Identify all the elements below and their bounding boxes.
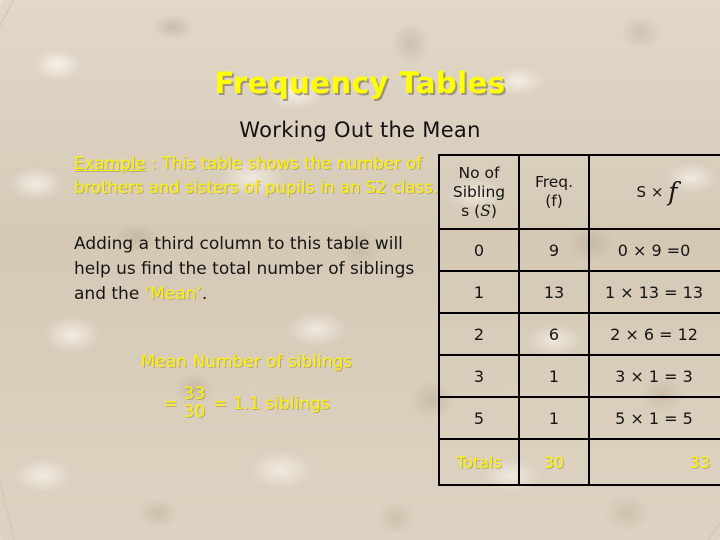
cell-product: 1 × 13 = 13: [588, 270, 720, 314]
header-col1-variable: S: [480, 201, 491, 220]
header-col2-line2: (f): [545, 192, 563, 210]
cell-frequency: 9: [518, 228, 590, 272]
cell-siblings: 5: [438, 396, 520, 440]
table-row: 090 × 9 =0: [438, 228, 720, 272]
totals-frequency: 30: [518, 438, 590, 486]
cell-product: 3 × 1 = 3: [588, 354, 720, 398]
header-col3-f: f: [668, 176, 678, 206]
example-label: Example: [74, 154, 146, 173]
example-paragraph: Example : This table shows the number of…: [74, 152, 442, 199]
explanation-paragraph: Adding a third column to this table will…: [74, 232, 442, 307]
table-header: No of Sibling s (S) Freq. (f) S × f: [438, 154, 720, 230]
mean-calculation: Mean Number of siblings = 33 30 = 1.1 si…: [74, 352, 419, 421]
header-col1-line4: ): [490, 201, 497, 220]
example-separator: :: [145, 154, 162, 173]
mean-equals-sign: =: [163, 393, 178, 414]
table-row: 262 × 6 = 12: [438, 312, 720, 356]
cell-product: 2 × 6 = 12: [588, 312, 720, 356]
cell-siblings: 3: [438, 354, 520, 398]
cell-frequency: 1: [518, 396, 590, 440]
mean-result: = 1.1 siblings: [213, 393, 330, 414]
cell-frequency: 6: [518, 312, 590, 356]
cell-product: 0 × 9 =0: [588, 228, 720, 272]
header-no-of-siblings: No of Sibling s (S): [438, 154, 520, 230]
explanation-part1: Adding a third column to this table will…: [74, 234, 415, 304]
table-body: 090 × 9 =0 1 13 1 × 13 = 13 2 6 2 × 6 = 12 3 1 3 …: [438, 228, 720, 486]
totals-product: 33: [588, 438, 720, 486]
page-title: Frequency Tables: [214, 66, 506, 100]
table-row: 1 13 1 × 13 = 13: [438, 270, 720, 314]
cell-frequency: 13: [518, 270, 590, 314]
table-totals-row: Totals 30 33: [438, 438, 720, 486]
cell-frequency: 1: [518, 354, 590, 398]
header-col1-line2: Sibling: [452, 182, 506, 201]
header-col1-line1: No of: [458, 163, 500, 182]
table-row: 515 × 1 = 5: [438, 396, 720, 440]
explanation-mean-highlight: ‘Mean’: [144, 284, 202, 304]
table-header-row: No of Sibling s (S) Freq. (f) S × f: [438, 154, 720, 230]
explanation-part2: .: [201, 284, 208, 304]
totals-label: Totals: [438, 438, 520, 486]
mean-fraction: 33 30: [183, 385, 206, 422]
header-frequency: Freq. (f): [518, 154, 590, 230]
header-col3-s: S: [636, 182, 647, 201]
mean-equation: = 33 30 = 1.1 siblings: [74, 385, 419, 422]
header-col1-line3: s (: [461, 201, 481, 220]
header-s-times-f: S × f: [588, 154, 720, 230]
cell-siblings: 2: [438, 312, 520, 356]
mean-heading: Mean Number of siblings: [140, 352, 353, 372]
frequency-table: No of Sibling s (S) Freq. (f) S × f 090 …: [438, 154, 720, 486]
cell-product: 5 × 1 = 5: [588, 396, 720, 440]
cell-siblings: 1: [438, 270, 520, 314]
header-col3-times: ×: [646, 182, 669, 201]
cell-siblings: 0: [438, 228, 520, 272]
mean-denominator: 30: [183, 401, 206, 422]
table-row: 313 × 1 = 3: [438, 354, 720, 398]
page-subtitle: Working Out the Mean: [239, 118, 481, 142]
slide-canvas: Frequency Tables Working Out the Mean Ex…: [0, 0, 720, 540]
header-col2-line1: Freq.: [534, 173, 574, 191]
